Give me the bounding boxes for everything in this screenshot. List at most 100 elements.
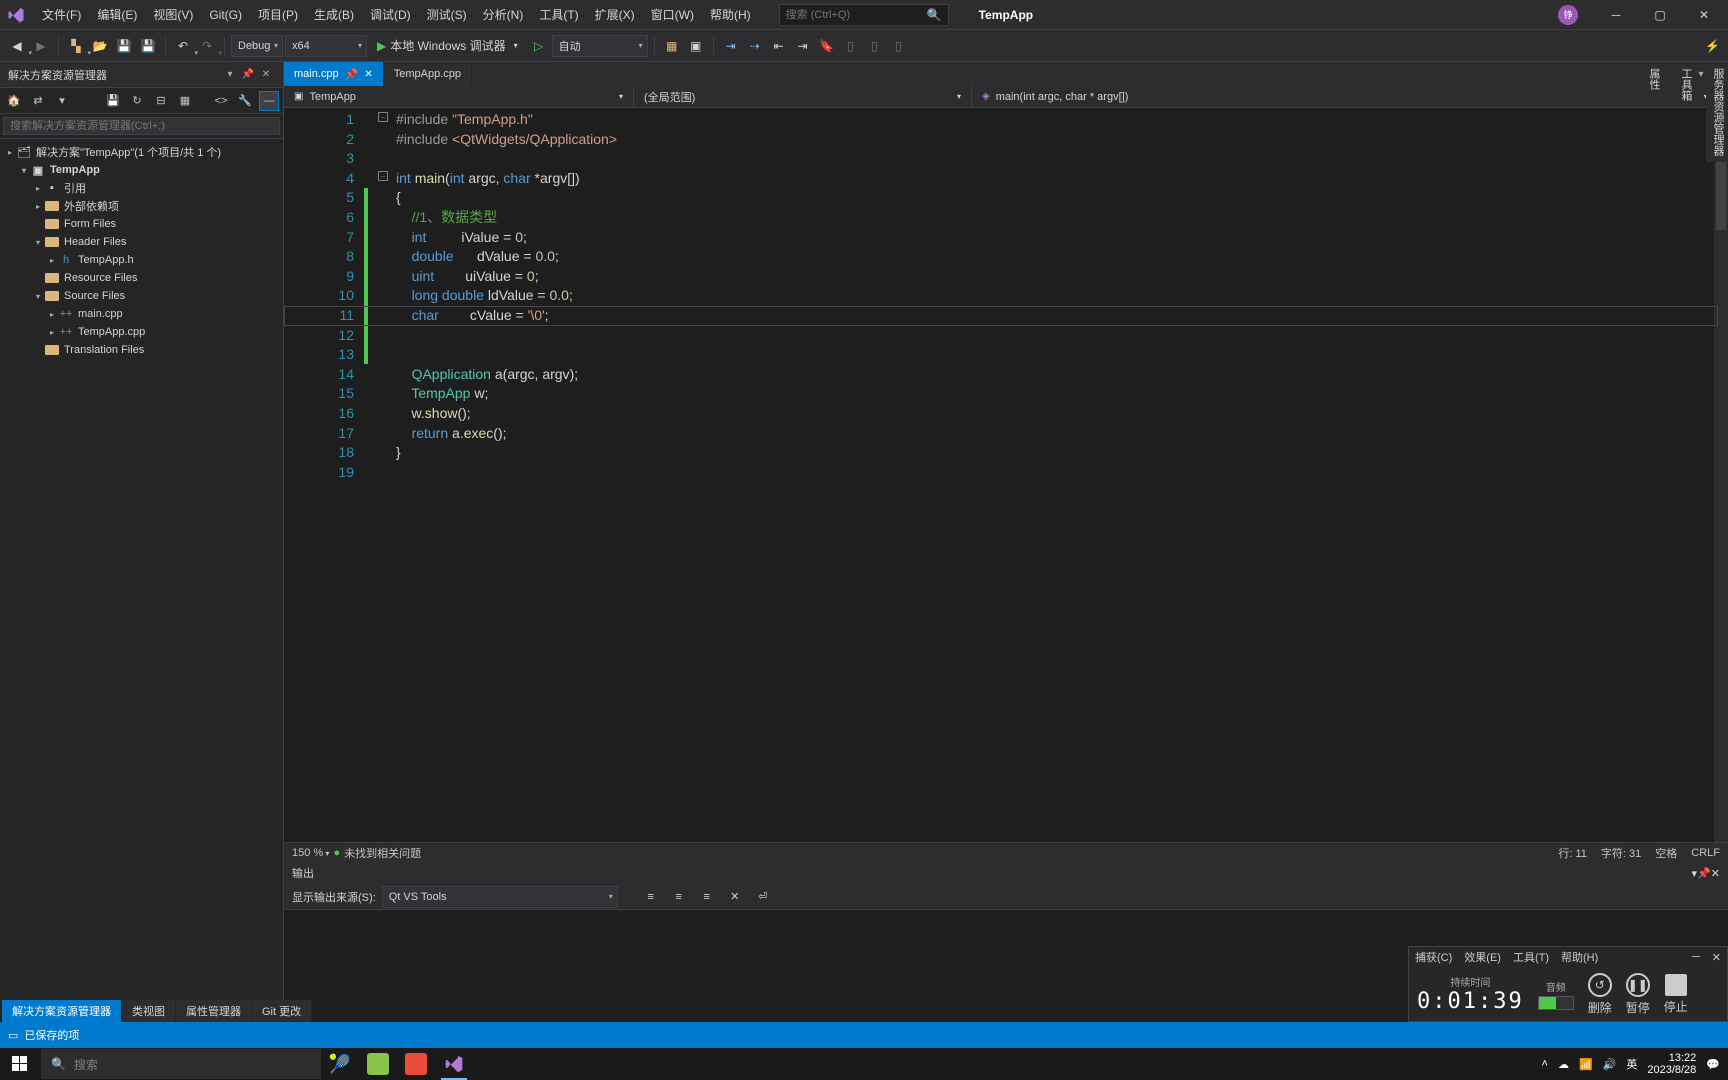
resource-files-node[interactable]: Resource Files [0,269,283,287]
tab-property-manager[interactable]: 属性管理器 [176,1000,252,1022]
rec-minimize-icon[interactable]: ─ [1692,951,1700,963]
tray-notifications-icon[interactable]: 💬 [1706,1058,1720,1071]
menu-生成(B)[interactable]: 生成(B) [306,4,362,26]
close-tab-icon[interactable]: ✕ [364,69,372,80]
start-nodebug-button[interactable]: ▷ [528,35,550,57]
tb-icon-1[interactable]: ▦ [661,35,683,57]
undo-button[interactable]: ↶ [172,35,194,57]
main-cpp-file[interactable]: ▸++main.cpp [0,305,283,323]
outdent-button[interactable]: ⇤ [768,35,790,57]
menu-文件(F)[interactable]: 文件(F) [34,4,89,26]
save-button[interactable]: 💾 [113,35,135,57]
se-show-icon[interactable]: ▦ [175,91,195,111]
tb-icon-5[interactable]: ▯ [888,35,910,57]
se-dd-icon[interactable]: ▾ [52,91,72,111]
se-refresh-icon[interactable]: ↻ [127,91,147,111]
indent-mode[interactable]: 空格 [1655,845,1677,861]
back-button[interactable]: ◀ [6,35,28,57]
minimize-button[interactable]: ─ [1596,2,1636,28]
live-share-button[interactable]: ⚡ [1705,39,1720,53]
pin-icon[interactable]: 📌 [345,68,359,81]
taskbar-app-1[interactable]: 🎾 [321,1048,359,1080]
tb-icon-2[interactable]: ▣ [685,35,707,57]
auto-combo[interactable]: 自动 [552,35,648,57]
rec-menu-tools[interactable]: 工具(T) [1513,949,1549,965]
step-over-button[interactable]: ⇢ [744,35,766,57]
start-button[interactable] [0,1048,40,1080]
tray-cloud-icon[interactable]: ☁ [1558,1058,1569,1071]
maximize-button[interactable]: ▢ [1640,2,1680,28]
output-source-combo[interactable]: Qt VS Tools [382,886,618,908]
server-explorer-tab[interactable]: 服务器资源管理器 [1710,68,1726,156]
tray-volume-icon[interactable]: 🔊 [1603,1058,1617,1071]
output-close-icon[interactable]: ✕ [1711,867,1720,880]
properties-tab[interactable]: 属性 [1646,68,1662,156]
editor-tab[interactable]: TempApp.cpp [384,62,472,86]
se-code-icon[interactable]: <> [211,91,231,111]
taskbar-app-2[interactable] [359,1048,397,1080]
editor-tab[interactable]: main.cpp📌✕ [284,62,384,86]
solution-explorer-search-input[interactable] [3,117,280,135]
tray-lang[interactable]: 英 [1626,1056,1637,1072]
source-files-node[interactable]: ▾Source Files [0,287,283,305]
global-search[interactable]: 🔍 [779,4,949,26]
redo-button[interactable]: ↷ [196,35,218,57]
bookmark-button[interactable]: 🔖 [816,35,838,57]
rec-menu-help[interactable]: 帮助(H) [1561,949,1598,965]
se-toggle-icon[interactable]: — [259,91,279,111]
tab-class-view[interactable]: 类视图 [122,1000,176,1022]
zoom-level[interactable]: 150 % [292,847,329,859]
tb-icon-4[interactable]: ▯ [864,35,886,57]
cursor-col[interactable]: 字符: 31 [1601,845,1641,861]
vertical-scrollbar[interactable] [1714,108,1728,842]
save-all-button[interactable]: 💾 [137,35,159,57]
solution-root[interactable]: ▸🗂解决方案"TempApp"(1 个项目/共 1 个) [0,143,283,161]
nav-scope-function[interactable]: ◈main(int argc, char * argv[])▾ [972,86,1719,107]
menu-工具(T)[interactable]: 工具(T) [531,4,586,26]
code-body[interactable]: #include "TempApp.h"#include <QtWidgets/… [378,108,1728,842]
nav-scope-global[interactable]: (全局范围)▾ [634,86,972,107]
menu-Git(G)[interactable]: Git(G) [201,4,250,26]
cursor-line[interactable]: 行: 11 [1558,845,1587,861]
external-node[interactable]: ▸外部依赖项 [0,197,283,215]
platform-combo[interactable]: x64 [285,35,367,57]
taskbar-app-3[interactable] [397,1048,435,1080]
tray-clock[interactable]: 13:22 2023/8/28 [1647,1052,1696,1076]
step-into-button[interactable]: ⇥ [720,35,742,57]
menu-扩展(X)[interactable]: 扩展(X) [587,4,643,26]
menu-帮助(H)[interactable]: 帮助(H) [702,4,759,26]
rec-menu-capture[interactable]: 捕获(C) [1415,949,1452,965]
se-save-icon[interactable]: 💾 [103,91,123,111]
out-clear-icon[interactable]: ✕ [724,886,746,908]
tempapp-cpp-file[interactable]: ▸++TempApp.cpp [0,323,283,341]
taskbar-vs[interactable] [435,1048,473,1080]
se-wrench-icon[interactable]: 🔧 [235,91,255,111]
menu-测试(S)[interactable]: 测试(S) [419,4,475,26]
se-home-icon[interactable]: 🏠 [4,91,24,111]
out-wrap-icon[interactable]: ⏎ [752,886,774,908]
out-tb-icon-2[interactable]: ≡ [668,886,690,908]
tray-wifi-icon[interactable]: 📶 [1579,1058,1593,1071]
header-files-node[interactable]: ▾Header Files [0,233,283,251]
se-collapse-icon[interactable]: ⊟ [151,91,171,111]
global-search-input[interactable] [786,9,942,21]
toolbox-tab[interactable]: 工具箱 [1678,68,1694,156]
output-pin-icon[interactable]: 📌 [1697,867,1711,880]
open-button[interactable]: 📂 [89,35,111,57]
new-item-button[interactable]: ▚ [65,35,87,57]
rec-pause-button[interactable]: ❚❚暂停 [1626,973,1650,1016]
indent-button[interactable]: ⇥ [792,35,814,57]
tab-solution-explorer[interactable]: 解决方案资源管理器 [2,1000,122,1022]
rec-delete-button[interactable]: ↺删除 [1588,973,1612,1016]
solution-explorer-search[interactable] [0,114,283,139]
close-button[interactable]: ✕ [1684,2,1724,28]
tab-git-changes[interactable]: Git 更改 [252,1000,312,1022]
menu-项目(P)[interactable]: 项目(P) [250,4,306,26]
code-editor[interactable]: 12345678910111213141516171819 − − #inclu… [284,108,1728,842]
translation-files-node[interactable]: Translation Files [0,341,283,359]
tb-icon-3[interactable]: ▯ [840,35,862,57]
nav-scope-project[interactable]: ▣TempApp▾ [284,86,634,107]
rec-close-icon[interactable]: ✕ [1712,951,1721,964]
refs-node[interactable]: ▸▪引用 [0,179,283,197]
panel-dropdown-icon[interactable]: ▾ [221,66,239,84]
